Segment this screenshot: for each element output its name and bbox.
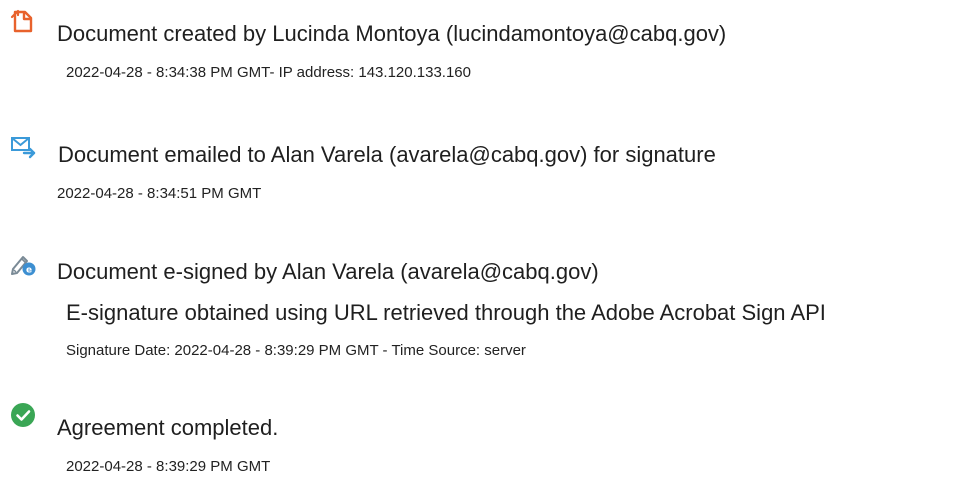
event-timestamp: 2022-04-28 - 8:34:38 PM GMT- IP address:… [66,64,471,81]
check-circle-icon [10,402,36,428]
event-title: Document e-signed by Alan Varela (avarel… [57,259,599,284]
event-title: Document emailed to Alan Varela (avarela… [58,142,716,167]
event-detail: E-signature obtained using URL retrieved… [66,300,826,325]
event-title: Document created by Lucinda Montoya (luc… [57,21,727,46]
event-title: Agreement completed. [57,415,279,440]
document-created-icon [10,8,36,34]
svg-text:e: e [26,265,32,275]
e-sign-pen-icon: e [10,251,36,277]
email-send-icon [10,134,36,160]
event-timestamp: 2022-04-28 - 8:34:51 PM GMT [57,185,262,202]
event-timestamp: 2022-04-28 - 8:39:29 PM GMT [66,458,271,475]
event-timestamp: Signature Date: 2022-04-28 - 8:39:29 PM … [66,342,526,359]
